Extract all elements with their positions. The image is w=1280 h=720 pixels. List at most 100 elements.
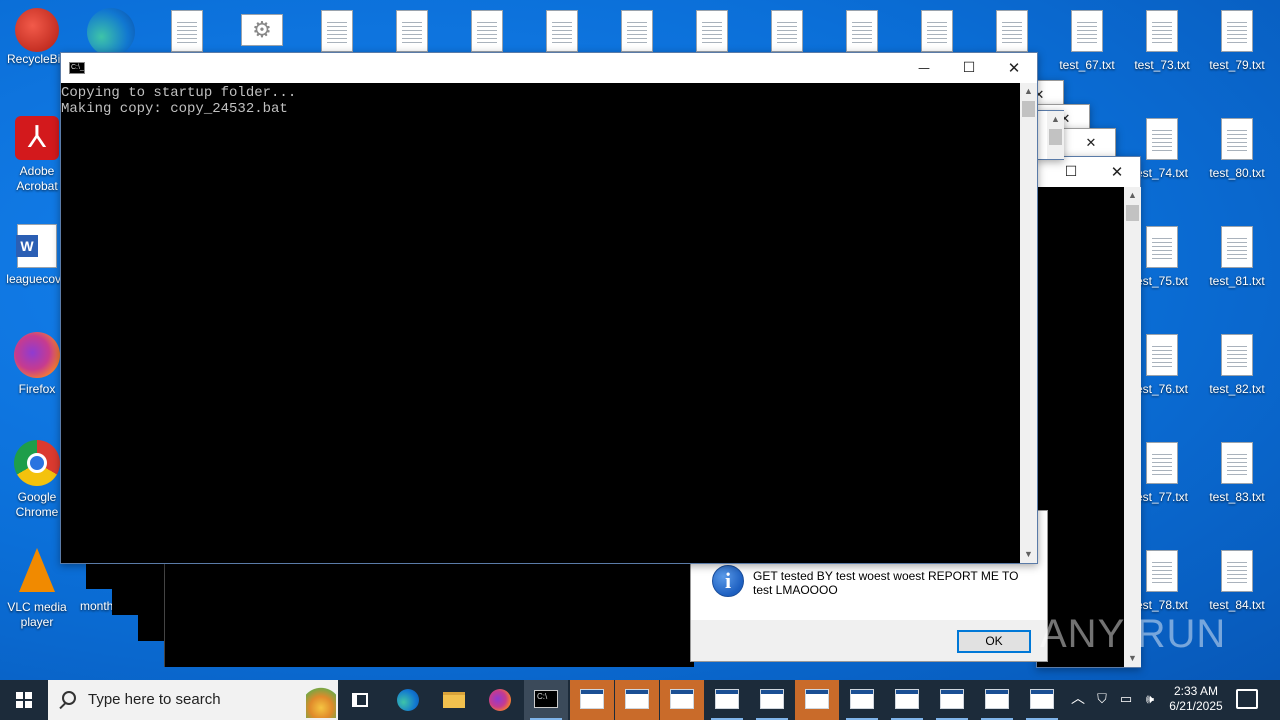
- desktop-file-test-83[interactable]: test_83.txt: [1200, 442, 1274, 505]
- text-file-icon: [1146, 442, 1178, 484]
- desktop-file-icon[interactable]: [546, 10, 578, 52]
- word-document-icon: W: [16, 224, 57, 268]
- close-icon[interactable]: ✕: [991, 53, 1037, 83]
- desktop-icon-label: test_84.txt: [1209, 598, 1265, 612]
- taskbar-cmd-active[interactable]: C:\: [524, 680, 568, 720]
- taskbar-window-flashing[interactable]: [660, 680, 704, 720]
- desktop-file-icon[interactable]: [471, 10, 503, 52]
- background-console-fragment: [86, 563, 164, 589]
- background-console-window-2[interactable]: ▲: [1036, 110, 1064, 160]
- desktop-file-icon[interactable]: [396, 10, 428, 52]
- security-icon[interactable]: ⛉: [1092, 691, 1112, 706]
- desktop-icon-label: test_79.txt: [1209, 58, 1265, 72]
- desktop-file-icon[interactable]: [996, 10, 1028, 52]
- desktop-file-icon[interactable]: [321, 10, 353, 52]
- desktop-file-test-73[interactable]: test_73.txt: [1125, 10, 1199, 73]
- watermark: ANY RUN: [1040, 612, 1227, 656]
- maximize-icon[interactable]: ☐: [946, 53, 992, 83]
- desktop-file-icon[interactable]: [696, 10, 728, 52]
- cmd-window[interactable]: C:\_ — ☐ ✕ Copying to startup folder... …: [60, 52, 1038, 564]
- firefox-icon: [489, 689, 511, 711]
- scroll-up-icon[interactable]: ▲: [1047, 111, 1064, 128]
- console-output[interactable]: Copying to startup folder... Making copy…: [61, 83, 1020, 563]
- desktop-file-test-67[interactable]: test_67.txt: [1050, 10, 1124, 73]
- background-console-fragment: [164, 563, 694, 667]
- taskbar-window[interactable]: [1020, 680, 1064, 720]
- cmd-icon: C:\_: [69, 62, 85, 74]
- chevron-up-icon[interactable]: ︿: [1068, 691, 1088, 706]
- settings-file-icon[interactable]: ⚙: [241, 14, 283, 46]
- taskbar-firefox[interactable]: [478, 680, 522, 720]
- close-icon[interactable]: ✕: [1081, 129, 1101, 159]
- close-icon[interactable]: ✕: [1095, 157, 1139, 187]
- desktop-file-test-79[interactable]: test_79.txt: [1200, 10, 1274, 73]
- scroll-thumb[interactable]: [1022, 101, 1035, 117]
- desktop-file-test-80[interactable]: test_80.txt: [1200, 118, 1274, 181]
- message-text: GET tested BY test woest woest REPORT ME…: [753, 569, 1019, 597]
- console-line: Copying to startup folder...: [61, 85, 297, 101]
- start-button[interactable]: [0, 680, 48, 720]
- search-icon-handle: [59, 702, 66, 710]
- desktop-file-icon[interactable]: [171, 10, 203, 52]
- desktop-file-icon[interactable]: [621, 10, 653, 52]
- text-file-icon: [1146, 550, 1178, 592]
- clock[interactable]: 2:33 AM 6/21/2025: [1164, 684, 1228, 714]
- task-view-button[interactable]: [338, 680, 382, 720]
- text-file-icon: [1221, 334, 1253, 376]
- search-box[interactable]: Type here to search: [48, 680, 338, 720]
- text-file-icon: [1146, 334, 1178, 376]
- desktop-file-test-81[interactable]: test_81.txt: [1200, 226, 1274, 289]
- window-titlebar[interactable]: ☐ ✕: [1037, 157, 1140, 187]
- desktop-file-test-84[interactable]: test_84.txt: [1200, 550, 1274, 613]
- desktop: RecycleBin ⅄ Adobe Acrobat W leaguecove …: [0, 0, 1280, 680]
- minimize-icon[interactable]: —: [901, 53, 947, 83]
- taskbar-edge[interactable]: [386, 680, 430, 720]
- console-line: Making copy: copy_24532.bat: [61, 101, 288, 117]
- vertical-scrollbar[interactable]: ▲: [1047, 111, 1064, 159]
- text-file-icon: [1221, 550, 1253, 592]
- windows-logo-icon: [16, 692, 32, 708]
- maximize-icon[interactable]: ☐: [1049, 157, 1093, 187]
- taskbar-window[interactable]: [840, 680, 884, 720]
- scroll-thumb[interactable]: [1126, 205, 1139, 221]
- search-placeholder: Type here to search: [88, 691, 221, 708]
- vertical-scrollbar[interactable]: ▲ ▼: [1020, 83, 1037, 563]
- desktop-icon-label: test_80.txt: [1209, 166, 1265, 180]
- background-console-fragment: [138, 615, 164, 641]
- taskbar-window-flashing[interactable]: [795, 680, 839, 720]
- window-icon: [895, 689, 919, 709]
- taskbar-window[interactable]: [975, 680, 1019, 720]
- ok-button[interactable]: OK: [957, 630, 1031, 653]
- desktop-icon-label: test_82.txt: [1209, 382, 1265, 396]
- text-file-icon: [1221, 226, 1253, 268]
- desktop-file-icon[interactable]: [846, 10, 878, 52]
- taskbar-window[interactable]: [930, 680, 974, 720]
- taskbar-window[interactable]: [750, 680, 794, 720]
- network-icon[interactable]: ▭: [1116, 691, 1136, 706]
- scroll-thumb[interactable]: [1049, 129, 1062, 145]
- window-icon: [760, 689, 784, 709]
- vertical-scrollbar[interactable]: ▲ ▼: [1124, 187, 1141, 667]
- desktop-file-icon[interactable]: [771, 10, 803, 52]
- desktop-file-icon[interactable]: [921, 10, 953, 52]
- notification-icon[interactable]: [1236, 689, 1258, 709]
- text-file-icon: [1221, 442, 1253, 484]
- taskbar-window[interactable]: [885, 680, 929, 720]
- desktop-icon-label-month[interactable]: month: [80, 599, 113, 613]
- taskbar-window-flashing[interactable]: [570, 680, 614, 720]
- text-file-icon: [1071, 10, 1103, 52]
- scroll-up-icon[interactable]: ▲: [1124, 187, 1141, 204]
- desktop-file-test-82[interactable]: test_82.txt: [1200, 334, 1274, 397]
- scroll-up-icon[interactable]: ▲: [1020, 83, 1037, 100]
- text-file-icon: [1221, 10, 1253, 52]
- scroll-down-icon[interactable]: ▼: [1020, 546, 1037, 563]
- taskbar-window-flashing[interactable]: [615, 680, 659, 720]
- text-file-icon: [1146, 118, 1178, 160]
- taskbar-file-explorer[interactable]: [432, 680, 476, 720]
- desktop-icon-label: VLC media player: [7, 600, 67, 629]
- window-titlebar[interactable]: C:\_ — ☐ ✕: [61, 53, 1037, 83]
- taskbar-window[interactable]: [705, 680, 749, 720]
- console-area[interactable]: [1037, 187, 1124, 667]
- background-console-window[interactable]: ☐ ✕ ▲ ▼: [1036, 156, 1141, 668]
- volume-icon[interactable]: 🕪: [1140, 691, 1160, 706]
